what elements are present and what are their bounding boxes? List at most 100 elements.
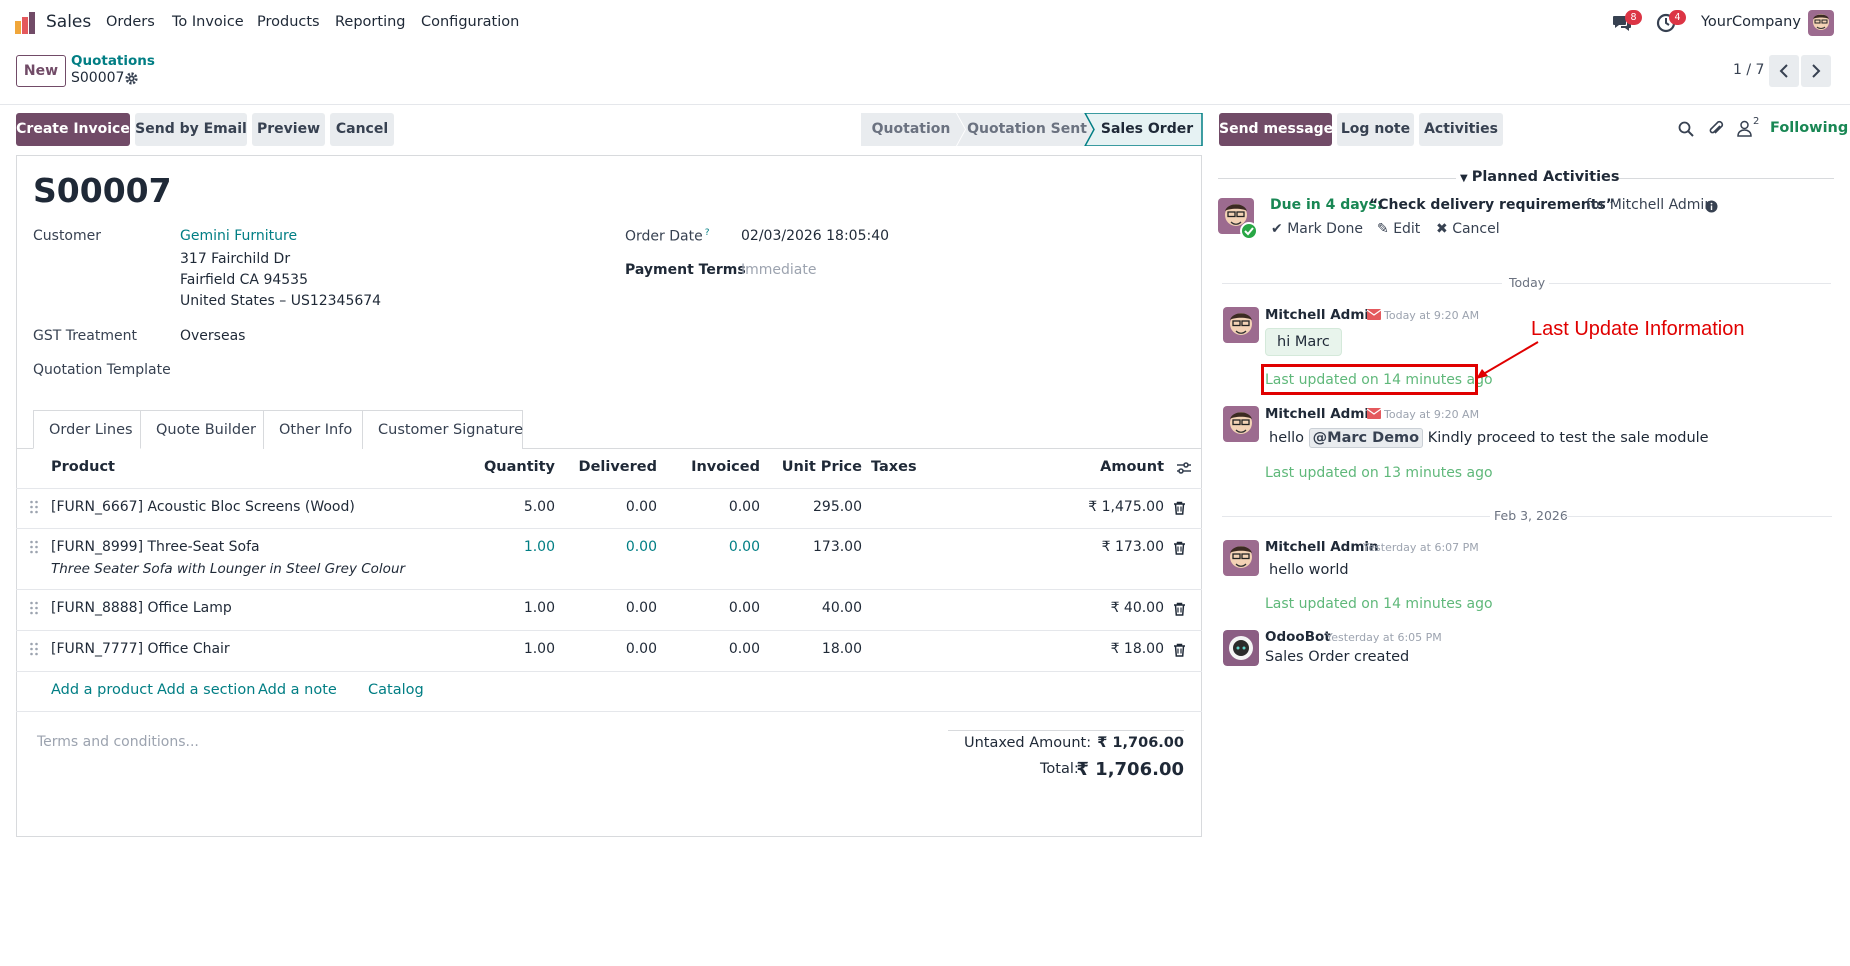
odoobot-avatar[interactable] [1223,630,1259,666]
delivered-cell[interactable]: 0.00 [557,641,657,657]
drag-handle-icon[interactable] [29,500,39,514]
message-author-avatar[interactable] [1223,307,1259,343]
message-author[interactable]: Mitchell Admin [1265,307,1379,323]
tab-other-info[interactable]: Other Info [264,410,363,449]
help-tooltip-icon[interactable]: ? [705,228,710,238]
activities-button[interactable]: Activities [1419,113,1503,146]
edit-activity-button[interactable]: ✎ Edit [1377,221,1420,237]
column-header-product[interactable]: Product [51,459,115,475]
column-header-invoiced[interactable]: Invoiced [660,459,760,475]
delivered-cell[interactable]: 0.00 [557,499,657,515]
order-date-field[interactable]: 02/03/2026 18:05:40 [741,228,889,244]
company-switcher[interactable]: YourCompany [1701,14,1801,30]
gear-icon[interactable] [124,71,139,86]
annotation-label: Last Update Information [1531,318,1745,340]
unit-price-cell[interactable]: 40.00 [762,600,862,616]
status-quotation-sent[interactable]: Quotation Sent [965,113,1089,146]
create-invoice-button[interactable]: Create Invoice [16,113,130,146]
menu-configuration[interactable]: Configuration [421,14,519,30]
menu-orders[interactable]: Orders [106,14,155,30]
mention-link[interactable]: @Marc Demo [1308,428,1424,448]
customer-field[interactable]: Gemini Furniture [180,228,297,244]
trash-icon[interactable] [1173,643,1186,657]
paperclip-icon[interactable] [1708,120,1724,137]
breadcrumb-quotations[interactable]: Quotations [71,53,155,69]
menu-products[interactable]: Products [257,14,320,30]
pager-value[interactable]: 1 / 7 [1733,62,1764,78]
search-icon[interactable] [1678,121,1694,137]
quantity-cell[interactable]: 1.00 [455,539,555,555]
message-author[interactable]: Mitchell Admin [1265,406,1379,422]
unit-price-cell[interactable]: 18.00 [762,641,862,657]
add-section-link[interactable]: Add a section [157,682,255,698]
trash-icon[interactable] [1173,602,1186,616]
delivered-cell[interactable]: 0.00 [557,600,657,616]
unit-price-cell[interactable]: 173.00 [762,539,862,555]
tab-order-lines[interactable]: Order Lines [33,410,141,449]
gst-treatment-field[interactable]: Overseas [180,328,245,344]
activity-summary: “Check delivery requirements” [1369,197,1615,213]
product-cell[interactable]: [FURN_6667] Acoustic Bloc Screens (Wood) [51,499,355,515]
app-name[interactable]: Sales [46,12,91,32]
send-message-button[interactable]: Send message [1219,113,1333,146]
product-description[interactable]: Three Seater Sofa with Lounger in Steel … [51,561,405,577]
trash-icon[interactable] [1173,501,1186,515]
quantity-cell[interactable]: 1.00 [455,641,555,657]
control-panel-divider [0,104,1850,105]
quantity-cell[interactable]: 5.00 [455,499,555,515]
preview-button[interactable]: Preview [252,113,325,146]
column-header-amount[interactable]: Amount [1064,459,1164,475]
pager-next-button[interactable] [1801,55,1831,87]
menu-to-invoice[interactable]: To Invoice [172,14,244,30]
column-header-delivered[interactable]: Delivered [557,459,657,475]
cancel-activity-button[interactable]: ✖ Cancel [1436,221,1500,237]
terms-and-conditions-input[interactable]: Terms and conditions... [37,734,199,750]
catalog-link[interactable]: Catalog [368,682,424,698]
drag-handle-icon[interactable] [29,642,39,656]
message-author-avatar[interactable] [1223,540,1259,576]
optional-columns-icon[interactable] [1176,461,1192,475]
drag-handle-icon[interactable] [29,601,39,615]
product-cell[interactable]: [FURN_7777] Office Chair [51,641,230,657]
message-author[interactable]: OdooBot [1265,629,1331,645]
column-header-quantity[interactable]: Quantity [455,459,555,475]
drag-handle-icon[interactable] [29,540,39,554]
send-by-email-button[interactable]: Send by Email [135,113,247,146]
payment-terms-field[interactable]: Immediate [741,262,816,278]
mark-done-button[interactable]: ✔ Mark Done [1271,221,1363,237]
add-product-link[interactable]: Add a product [51,682,153,698]
new-button[interactable]: New [16,55,66,87]
message-text: hello [1269,430,1305,446]
last-updated-tracking: Last updated on 13 minutes ago [1265,465,1493,481]
message-author[interactable]: Mitchell Admin [1265,539,1379,555]
add-note-link[interactable]: Add a note [258,682,337,698]
column-header-unit-price[interactable]: Unit Price [762,459,862,475]
log-note-button[interactable]: Log note [1337,113,1414,146]
pager-previous-button[interactable] [1769,55,1799,87]
trash-icon[interactable] [1173,541,1186,555]
followers-count: 2 [1753,116,1760,127]
tab-customer-signature[interactable]: Customer Signature [363,410,523,449]
status-quotation[interactable]: Quotation [861,113,961,146]
following-button[interactable]: Following [1770,120,1848,136]
message-time: Yesterday at 6:07 PM [1363,541,1479,554]
user-avatar[interactable] [1808,10,1834,36]
delivered-cell[interactable]: 0.00 [557,539,657,555]
sales-app-icon[interactable] [14,11,38,35]
last-updated-tracking: Last updated on 14 minutes ago [1265,596,1493,612]
product-cell[interactable]: [FURN_8999] Three-Seat Sofa [51,539,260,555]
menu-reporting[interactable]: Reporting [335,14,406,30]
planned-activities-toggle[interactable]: ▼ Planned Activities [1460,169,1620,185]
followers-icon[interactable] [1737,120,1752,137]
status-sales-order[interactable]: Sales Order [1093,113,1201,146]
product-cell[interactable]: [FURN_8888] Office Lamp [51,600,232,616]
tab-quote-builder[interactable]: Quote Builder [141,410,264,449]
quantity-cell[interactable]: 1.00 [455,600,555,616]
message-author-avatar[interactable] [1223,406,1259,442]
cancel-order-button[interactable]: Cancel [330,113,394,146]
activity-done-check-icon [1240,222,1258,240]
info-icon[interactable] [1705,200,1718,213]
unit-price-cell[interactable]: 295.00 [762,499,862,515]
message-time: Yesterday at 6:05 PM [1326,631,1442,644]
column-header-taxes[interactable]: Taxes [871,459,917,475]
